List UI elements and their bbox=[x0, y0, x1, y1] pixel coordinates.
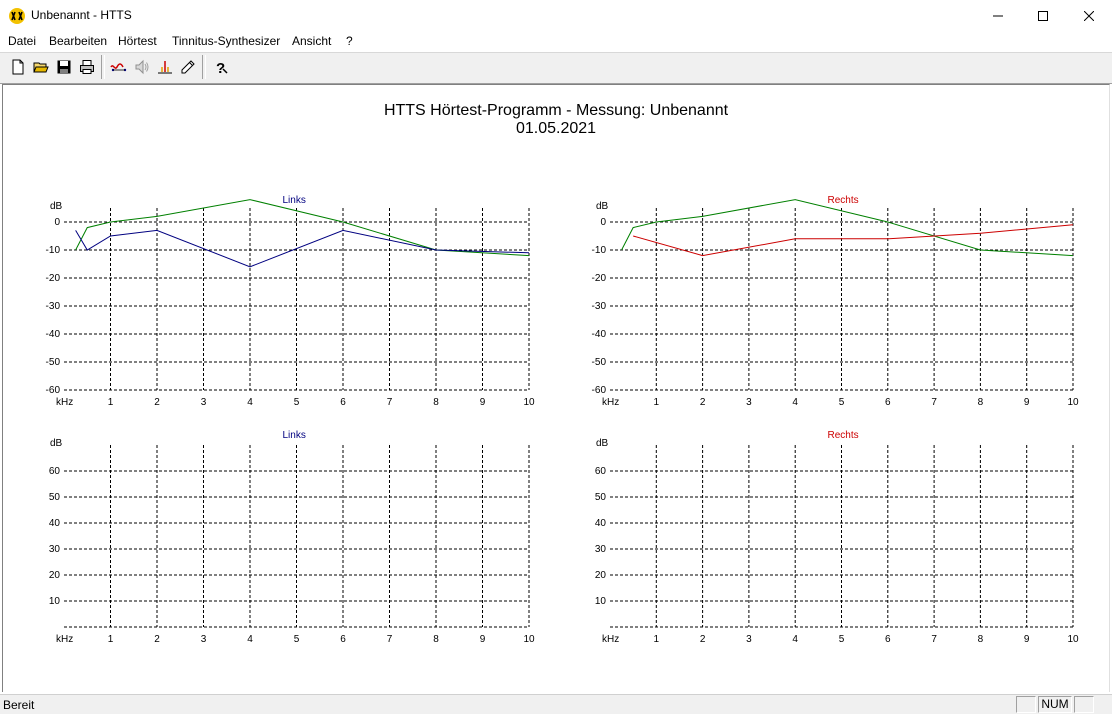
chart-title: Links bbox=[283, 195, 306, 206]
y-tick-label: 50 bbox=[49, 492, 61, 503]
y-tick-label: -30 bbox=[46, 301, 61, 312]
y-tick-label: 50 bbox=[595, 492, 607, 503]
x-tick-label: 8 bbox=[978, 397, 984, 408]
x-tick-label: 4 bbox=[247, 634, 253, 645]
x-axis-label: kHz bbox=[602, 397, 619, 408]
x-tick-label: 3 bbox=[746, 634, 752, 645]
y-tick-label: -60 bbox=[592, 385, 607, 396]
x-tick-label: 5 bbox=[294, 634, 300, 645]
series-line bbox=[75, 199, 530, 257]
x-tick-label: 4 bbox=[247, 397, 253, 408]
x-tick-label: 8 bbox=[433, 397, 439, 408]
chart-title: Rechts bbox=[828, 430, 859, 441]
y-tick-label: 10 bbox=[49, 596, 61, 607]
x-tick-label: 5 bbox=[294, 397, 300, 408]
x-tick-label: 10 bbox=[1067, 397, 1079, 408]
y-tick-label: -10 bbox=[46, 245, 61, 256]
y-tick-label: -20 bbox=[592, 273, 607, 284]
y-axis-label: dB bbox=[596, 438, 609, 449]
x-tick-label: 1 bbox=[654, 634, 660, 645]
y-tick-label: -50 bbox=[46, 357, 61, 368]
x-tick-label: 2 bbox=[154, 634, 160, 645]
x-axis-label: kHz bbox=[56, 634, 73, 645]
x-tick-label: 5 bbox=[839, 397, 845, 408]
x-tick-label: 3 bbox=[746, 397, 752, 408]
y-tick-label: 40 bbox=[49, 518, 61, 529]
x-tick-label: 7 bbox=[387, 397, 393, 408]
x-tick-label: 1 bbox=[108, 634, 114, 645]
x-tick-label: 4 bbox=[792, 634, 798, 645]
x-axis-label: kHz bbox=[56, 397, 73, 408]
x-tick-label: 9 bbox=[480, 397, 486, 408]
y-tick-label: 0 bbox=[600, 217, 606, 228]
chart-title: Rechts bbox=[828, 195, 859, 206]
y-tick-label: -60 bbox=[46, 385, 61, 396]
x-tick-label: 5 bbox=[839, 634, 845, 645]
x-tick-label: 2 bbox=[154, 397, 160, 408]
y-tick-label: -40 bbox=[46, 329, 61, 340]
y-tick-label: 20 bbox=[595, 570, 607, 581]
x-tick-label: 4 bbox=[792, 397, 798, 408]
series-line bbox=[621, 199, 1074, 257]
y-tick-label: 20 bbox=[49, 570, 61, 581]
status-pane-scroll bbox=[1074, 696, 1094, 713]
x-tick-label: 3 bbox=[201, 397, 207, 408]
y-tick-label: -40 bbox=[592, 329, 607, 340]
x-tick-label: 10 bbox=[523, 634, 535, 645]
y-tick-label: -10 bbox=[592, 245, 607, 256]
series-line bbox=[633, 224, 1074, 257]
x-tick-label: 2 bbox=[700, 634, 706, 645]
y-axis-label: dB bbox=[596, 201, 609, 212]
y-tick-label: 30 bbox=[49, 544, 61, 555]
x-tick-label: 7 bbox=[931, 397, 937, 408]
x-tick-label: 9 bbox=[1024, 397, 1030, 408]
y-axis-label: dB bbox=[50, 201, 63, 212]
y-tick-label: -20 bbox=[46, 273, 61, 284]
x-tick-label: 6 bbox=[885, 397, 891, 408]
y-tick-label: 30 bbox=[595, 544, 607, 555]
series-line bbox=[75, 229, 530, 268]
x-tick-label: 8 bbox=[978, 634, 984, 645]
audiogram-charts: LinksdBkHz0-10-20-30-40-50-601 2 3 4 5 6 7 8 9 10… bbox=[46, 195, 1079, 645]
status-bar: Bereit NUM bbox=[0, 694, 1112, 714]
x-tick-label: 10 bbox=[1067, 634, 1079, 645]
y-tick-label: -50 bbox=[592, 357, 607, 368]
x-tick-label: 9 bbox=[1024, 634, 1030, 645]
x-tick-label: 2 bbox=[700, 397, 706, 408]
status-num: NUM bbox=[1038, 696, 1072, 713]
status-pane-caps bbox=[1016, 696, 1036, 713]
y-tick-label: 40 bbox=[595, 518, 607, 529]
y-tick-label: 60 bbox=[49, 466, 61, 477]
y-tick-label: 60 bbox=[595, 466, 607, 477]
x-tick-label: 3 bbox=[201, 634, 207, 645]
y-axis-label: dB bbox=[50, 438, 63, 449]
x-tick-label: 6 bbox=[340, 634, 346, 645]
x-tick-label: 6 bbox=[885, 634, 891, 645]
x-tick-label: 7 bbox=[387, 634, 393, 645]
x-tick-label: 1 bbox=[108, 397, 114, 408]
status-text: Bereit bbox=[3, 698, 35, 712]
x-tick-label: 6 bbox=[340, 397, 346, 408]
chart-title: Links bbox=[283, 430, 306, 441]
y-tick-label: 10 bbox=[595, 596, 607, 607]
y-tick-label: -30 bbox=[592, 301, 607, 312]
x-tick-label: 7 bbox=[931, 634, 937, 645]
x-tick-label: 9 bbox=[480, 634, 486, 645]
x-tick-label: 8 bbox=[433, 634, 439, 645]
x-axis-label: kHz bbox=[602, 634, 619, 645]
x-tick-label: 10 bbox=[523, 397, 535, 408]
x-tick-label: 1 bbox=[654, 397, 660, 408]
y-tick-label: 0 bbox=[54, 217, 60, 228]
